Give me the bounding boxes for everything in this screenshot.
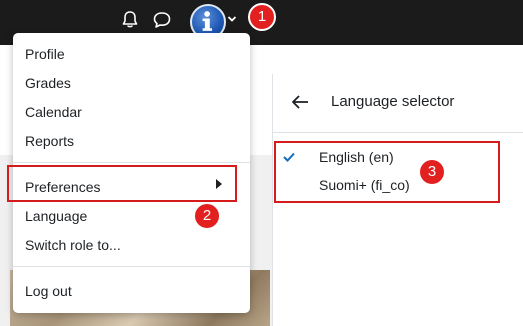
language-option-english[interactable]: English (en) <box>319 147 394 167</box>
annotation-badge-1: 1 <box>248 3 276 31</box>
annotation-badge-2: 2 <box>193 202 221 230</box>
menu-item-reports[interactable]: Reports <box>13 128 250 154</box>
checkmark-icon <box>283 152 295 162</box>
menu-item-grades[interactable]: Grades <box>13 70 250 96</box>
panel-divider <box>273 132 523 133</box>
language-option-suomi[interactable]: Suomi+ (fi_co) <box>319 175 410 195</box>
language-highlight-box <box>7 165 237 202</box>
menu-item-switch-role[interactable]: Switch role to... <box>13 232 250 258</box>
menu-item-calendar[interactable]: Calendar <box>13 99 250 125</box>
menu-divider <box>13 162 250 163</box>
language-selector-panel: Language selector English (en) Suomi+ (f… <box>272 74 523 326</box>
caret-right-icon <box>216 179 222 189</box>
annotation-badge-3: 3 <box>418 158 446 186</box>
bell-icon[interactable] <box>120 10 140 30</box>
menu-divider <box>13 266 250 267</box>
back-arrow-icon[interactable] <box>291 94 309 110</box>
panel-title: Language selector <box>331 93 455 110</box>
menu-item-logout[interactable]: Log out <box>13 278 250 304</box>
menu-item-profile[interactable]: Profile <box>13 41 250 67</box>
chevron-down-icon[interactable] <box>227 14 237 24</box>
chat-icon[interactable] <box>152 10 172 30</box>
